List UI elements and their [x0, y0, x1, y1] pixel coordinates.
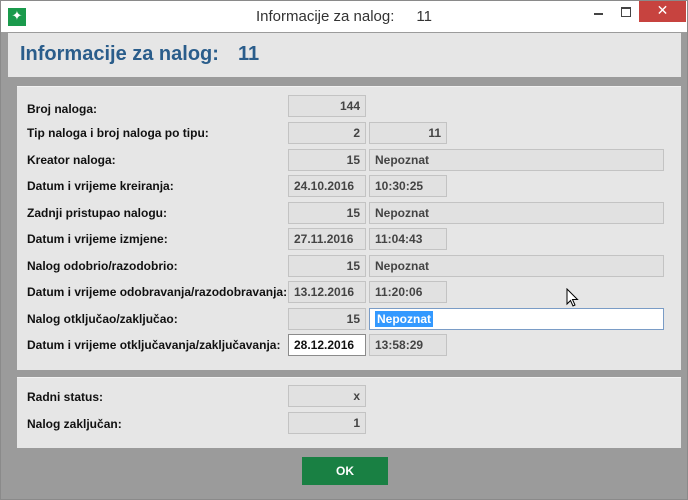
field-otkljucao-id[interactable]: 15: [288, 308, 366, 330]
label-otkljucao: Nalog otključao/zaključao:: [27, 312, 178, 326]
field-tip-naloga[interactable]: 2: [288, 122, 366, 144]
dialog-window: ✦ Informacije za nalog: 11 ✕ Informacije …: [0, 0, 688, 500]
label-kreator: Kreator naloga:: [27, 153, 116, 167]
minimize-icon: [593, 12, 603, 15]
field-datum-odobravanja[interactable]: 13.12.2016: [288, 281, 366, 303]
label-radni-status: Radni status:: [27, 390, 104, 404]
field-kreator-name[interactable]: Nepoznat: [369, 149, 664, 171]
label-datum-otkljucavanja: Datum i vrijeme otključavanja/zaključava…: [27, 338, 281, 352]
maximize-icon: [620, 6, 631, 17]
field-zadnji-pristupao-name[interactable]: Nepoznat: [369, 202, 664, 224]
page-title: Informacije za nalog:: [20, 43, 219, 65]
close-button[interactable]: ✕: [639, 1, 686, 22]
window-title-label: Informacije za nalog:: [256, 8, 395, 25]
field-radni-status[interactable]: x: [288, 385, 366, 407]
label-tip-naloga: Tip naloga i broj naloga po tipu:: [27, 126, 209, 140]
title-bar[interactable]: ✦ Informacije za nalog: 11 ✕: [1, 1, 687, 32]
field-broj-po-tipu[interactable]: 11: [369, 122, 447, 144]
page-heading: Informacije za nalog: 11: [8, 33, 681, 77]
field-kreator-id[interactable]: 15: [288, 149, 366, 171]
close-icon: ✕: [656, 3, 669, 19]
field-vrijeme-odobravanja[interactable]: 11:20:06: [369, 281, 447, 303]
window-title-number: 11: [416, 8, 432, 25]
label-nalog-zakljucan: Nalog zaključan:: [27, 417, 122, 431]
label-datum-izmjene: Datum i vrijeme izmjene:: [27, 232, 168, 246]
field-zadnji-pristupao-id[interactable]: 15: [288, 202, 366, 224]
field-otkljucao-name[interactable]: Nepoznat: [369, 308, 664, 330]
field-broj-naloga[interactable]: 144: [288, 95, 366, 117]
status-panel: Radni status: x Nalog zaključan: 1: [17, 377, 681, 448]
minimize-button[interactable]: [584, 1, 612, 22]
field-odobrio-name[interactable]: Nepoznat: [369, 255, 664, 277]
ok-button[interactable]: OK: [302, 457, 388, 485]
label-datum-kreiranja: Datum i vrijeme kreiranja:: [27, 179, 174, 193]
label-odobrio: Nalog odobrio/razodobrio:: [27, 259, 178, 273]
dialog-body: Informacije za nalog: 11 Broj naloga: 14…: [8, 33, 681, 487]
label-datum-odobravanja: Datum i vrijeme odobravanja/razodobravan…: [27, 285, 288, 299]
field-nalog-zakljucan[interactable]: 1: [288, 412, 366, 434]
selected-text[interactable]: Nepoznat: [375, 311, 433, 327]
maximize-button[interactable]: [612, 1, 639, 22]
field-vrijeme-kreiranja[interactable]: 10:30:25: [369, 175, 447, 197]
field-datum-kreiranja[interactable]: 24.10.2016: [288, 175, 366, 197]
order-info-panel: Broj naloga: 144 Tip naloga i broj nalog…: [17, 86, 681, 370]
label-broj-naloga: Broj naloga:: [27, 102, 98, 116]
mouse-pointer-icon: [566, 288, 579, 307]
field-vrijeme-otkljucavanja[interactable]: 13:58:29: [369, 334, 447, 356]
field-datum-izmjene[interactable]: 27.11.2016: [288, 228, 366, 250]
label-zadnji-pristupao: Zadnji pristupao nalogu:: [27, 206, 167, 220]
field-odobrio-id[interactable]: 15: [288, 255, 366, 277]
field-vrijeme-izmjene[interactable]: 11:04:43: [369, 228, 447, 250]
field-datum-otkljucavanja[interactable]: 28.12.2016: [288, 334, 366, 356]
order-number: 11: [238, 43, 260, 65]
